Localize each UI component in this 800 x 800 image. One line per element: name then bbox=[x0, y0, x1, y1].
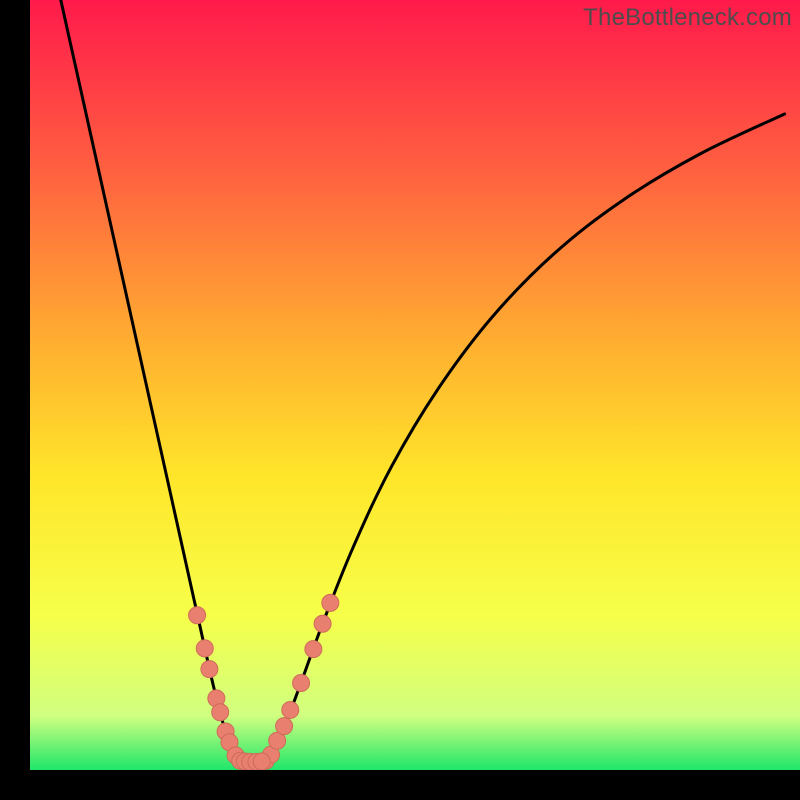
data-marker-right bbox=[305, 641, 322, 658]
data-marker-right bbox=[293, 674, 310, 691]
chart-frame: TheBottleneck.com bbox=[30, 0, 800, 770]
plot-area bbox=[30, 0, 800, 770]
data-marker-right bbox=[282, 701, 299, 718]
data-marker-left bbox=[189, 607, 206, 624]
data-marker-left bbox=[212, 704, 229, 721]
data-marker-right bbox=[314, 615, 331, 632]
data-marker-right bbox=[276, 718, 293, 735]
data-marker-right bbox=[322, 594, 339, 611]
bottleneck-curve bbox=[61, 0, 785, 762]
data-marker-left bbox=[201, 661, 218, 678]
data-marker-left bbox=[196, 640, 213, 657]
watermark-text: TheBottleneck.com bbox=[583, 4, 792, 32]
data-marker-bottom bbox=[253, 753, 270, 770]
